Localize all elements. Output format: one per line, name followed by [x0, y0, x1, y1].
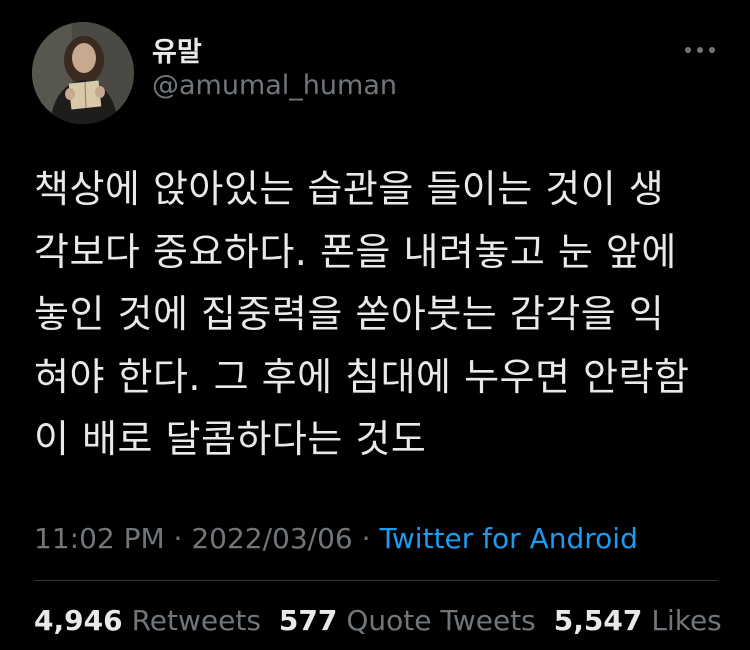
tweet-stats: 4,946 Retweets 577 Quote Tweets 5,547 Li…	[34, 604, 722, 637]
quote-tweets-stat[interactable]: 577 Quote Tweets	[279, 604, 536, 637]
tweet-date[interactable]: 2022/03/06	[191, 522, 352, 555]
divider	[34, 580, 718, 581]
more-horizontal-icon	[685, 47, 715, 53]
user-handle[interactable]: @amumal_human	[152, 70, 397, 101]
retweets-stat[interactable]: 4,946 Retweets	[34, 604, 261, 637]
likes-stat[interactable]: 5,547 Likes	[554, 604, 722, 637]
tweet-source-link[interactable]: Twitter for Android	[379, 522, 637, 555]
display-name[interactable]: 유말	[152, 30, 202, 69]
quote-tweets-count: 577	[278, 604, 338, 637]
retweets-label: Retweets	[131, 604, 261, 637]
avatar[interactable]	[32, 22, 134, 124]
quote-tweets-label: Quote Tweets	[346, 604, 536, 637]
likes-label: Likes	[651, 604, 722, 637]
tweet-meta: 11:02 PM · 2022/03/06 · Twitter for Andr…	[34, 522, 638, 555]
meta-separator: ·	[352, 522, 380, 555]
tweet-text: 책상에 앉아있는 습관을 들이는 것이 생 각보다 중요하다. 폰을 내려놓고 …	[34, 167, 690, 461]
more-options-button[interactable]	[682, 38, 718, 62]
retweets-count: 4,946	[34, 604, 123, 637]
likes-count: 5,547	[553, 604, 643, 637]
meta-separator: ·	[164, 522, 192, 555]
tweet-time[interactable]: 11:02 PM	[34, 522, 165, 555]
avatar-photo	[32, 22, 134, 124]
